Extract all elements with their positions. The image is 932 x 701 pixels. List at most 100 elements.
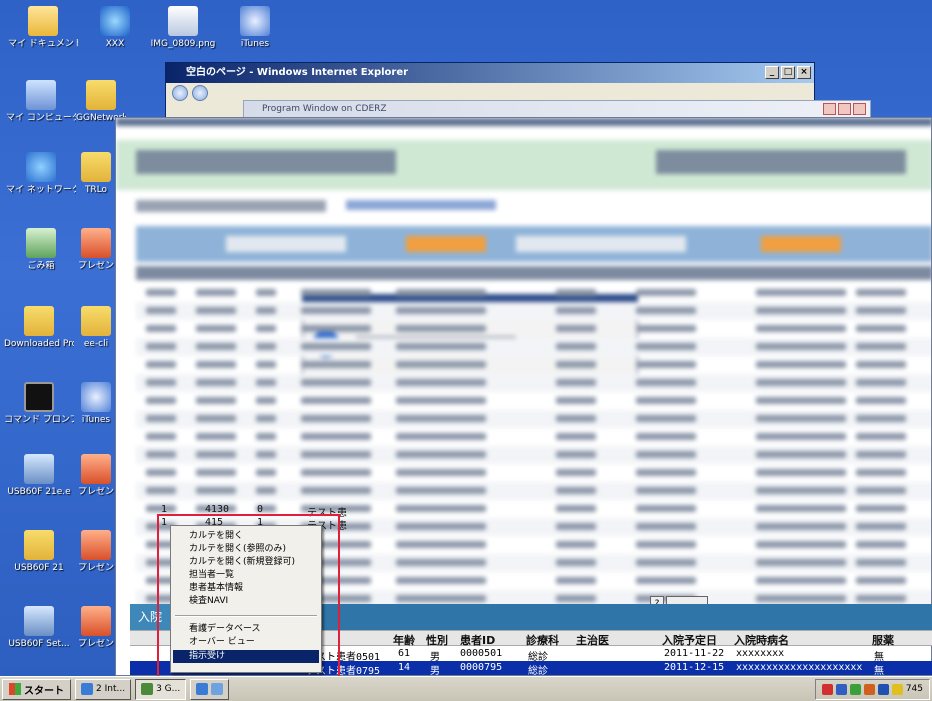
presentation-icon — [81, 228, 111, 258]
desktop-quicklaunch-icon — [211, 683, 224, 695]
desktop-icon-img-png[interactable]: IMG_0809.png — [148, 6, 218, 50]
ie-icon — [81, 683, 93, 695]
icon-label: マイ ドキュメント — [8, 39, 78, 49]
window-icon — [141, 683, 154, 695]
icon-label: iTunes — [81, 415, 111, 425]
tray-icon[interactable] — [835, 683, 847, 695]
icon-label: マイ コンピュータ — [6, 113, 76, 123]
forward-icon[interactable] — [192, 85, 208, 101]
cell: 0000501 — [460, 648, 503, 659]
desktop-icon-itunes[interactable]: iTunes — [220, 6, 290, 50]
tray-icon[interactable] — [877, 683, 889, 695]
column-header[interactable]: 患者ID — [460, 632, 495, 648]
blurred-row — [136, 446, 931, 464]
desktop-icon-presentation-3[interactable]: プレゼン — [76, 530, 116, 574]
icon-label: USB60F 21 — [14, 563, 64, 573]
cell: 61 — [398, 648, 411, 659]
icon-label: プレゼン — [77, 261, 114, 271]
icon-label: IMG_0809.png — [150, 39, 216, 49]
maximize-icon[interactable] — [838, 103, 851, 115]
minimize-button[interactable]: _ — [765, 66, 779, 79]
start-label: スタート — [24, 685, 64, 697]
presentation-icon — [81, 606, 111, 636]
tray-icon[interactable] — [891, 683, 903, 695]
column-header[interactable]: 主治医 — [576, 632, 609, 648]
folder-icon — [24, 306, 54, 336]
program-window-titlebar[interactable]: Program Window on CDERZ — [243, 100, 871, 118]
cell: 総診 — [528, 666, 548, 677]
blurred-row — [136, 374, 931, 392]
icon-label: マイ ネットワーク — [6, 185, 76, 195]
desktop-icon-presentation-1[interactable]: プレゼン — [76, 228, 116, 272]
folder-icon — [24, 530, 54, 560]
icon-label: USB60F Set... — [8, 639, 70, 649]
desktop-icon-my-computer[interactable]: マイ コンピュータ — [6, 80, 76, 124]
icon-label: XXX — [105, 39, 125, 49]
computer-icon — [26, 80, 56, 110]
icon-label: Downloaded Program Files — [4, 339, 74, 349]
column-header[interactable]: 診療科 — [526, 632, 559, 648]
desktop-icon-itunes-2[interactable]: iTunes — [76, 382, 116, 426]
quick-launch[interactable] — [190, 678, 230, 700]
taskbar-task-ie[interactable]: 2 Int... — [75, 678, 132, 700]
ie-title: 空白のページ - Windows Internet Explorer — [186, 67, 409, 78]
blurred-row — [136, 428, 931, 446]
tray-icon[interactable] — [821, 683, 833, 695]
desktop-icon-presentation-4[interactable]: プレゼン — [76, 606, 116, 650]
back-icon[interactable] — [172, 85, 188, 101]
cell: 無 — [874, 666, 884, 677]
blurred-row — [136, 284, 931, 302]
app-icon — [100, 6, 130, 36]
desktop-icon-my-network[interactable]: マイ ネットワーク — [6, 152, 76, 196]
column-header[interactable]: 入院予定日 — [662, 632, 717, 648]
icon-label: TRLo — [84, 185, 108, 195]
column-header[interactable]: 服薬 — [872, 632, 894, 648]
blurred-row — [136, 410, 931, 428]
image-file-icon — [168, 6, 198, 36]
desktop-icon-xxx[interactable]: XXX — [80, 6, 150, 50]
icon-label: ごみ箱 — [27, 261, 55, 271]
presentation-icon — [81, 454, 111, 484]
ie-titlebar[interactable]: 空白のページ - Windows Internet Explorer _ □ × — [166, 63, 814, 83]
maximize-button[interactable]: □ — [781, 66, 795, 79]
column-header[interactable]: 性別 — [426, 632, 448, 648]
desktop-icon-my-documents[interactable]: マイ ドキュメント — [8, 6, 78, 50]
desktop-icon-usb60f-21ee[interactable]: USB60F 21e.e — [4, 454, 74, 498]
close-button[interactable]: × — [797, 66, 811, 79]
cell: 2011-11-22 — [664, 648, 725, 659]
tray-icon[interactable] — [863, 683, 875, 695]
desktop-icon-presentation-2[interactable]: プレゼン — [76, 454, 116, 498]
taskbar-task-group[interactable]: 3 G... — [135, 678, 187, 700]
cell: 0000795 — [460, 662, 503, 673]
close-icon[interactable] — [853, 103, 866, 115]
folder-icon — [86, 80, 116, 110]
recycle-bin-icon — [26, 228, 56, 258]
cell: xxxxxxxxxxxxxxxxxxxxx — [736, 662, 863, 673]
blurred-row — [136, 302, 931, 320]
blurred-row — [136, 320, 931, 338]
desktop-icon-usb60f-set[interactable]: USB60F Set... — [4, 606, 74, 650]
desktop-icon-downloaded-program-files[interactable]: Downloaded Program Files — [4, 306, 74, 350]
start-button[interactable]: スタート — [2, 678, 71, 700]
desktop-icon-command-prompt[interactable]: コマンド プロンプト — [4, 382, 74, 426]
system-tray: 745 — [814, 678, 930, 700]
desktop-icon-trlo[interactable]: TRLo — [76, 152, 116, 196]
itunes-icon — [81, 382, 111, 412]
clock[interactable]: 745 — [906, 684, 923, 694]
desktop-icon-ee-cli[interactable]: ee-cli — [76, 306, 116, 350]
presentation-icon — [81, 530, 111, 560]
tray-icon[interactable] — [849, 683, 861, 695]
windows-logo-icon — [9, 683, 21, 695]
desktop-icon-usb60f-21[interactable]: USB60F 21 — [4, 530, 74, 574]
blurred-row — [136, 464, 931, 482]
desktop-icon-recycle-bin[interactable]: ごみ箱 — [6, 228, 76, 272]
blurred-row — [136, 338, 931, 356]
itunes-icon — [240, 6, 270, 36]
column-header[interactable]: 入院時病名 — [734, 632, 789, 648]
icon-label: プレゼン — [77, 639, 114, 649]
usb-icon — [24, 606, 54, 636]
ie-quicklaunch-icon — [196, 683, 209, 695]
column-header[interactable]: 年齢 — [393, 632, 415, 648]
blurred-row — [136, 356, 931, 374]
minimize-icon[interactable] — [823, 103, 836, 115]
